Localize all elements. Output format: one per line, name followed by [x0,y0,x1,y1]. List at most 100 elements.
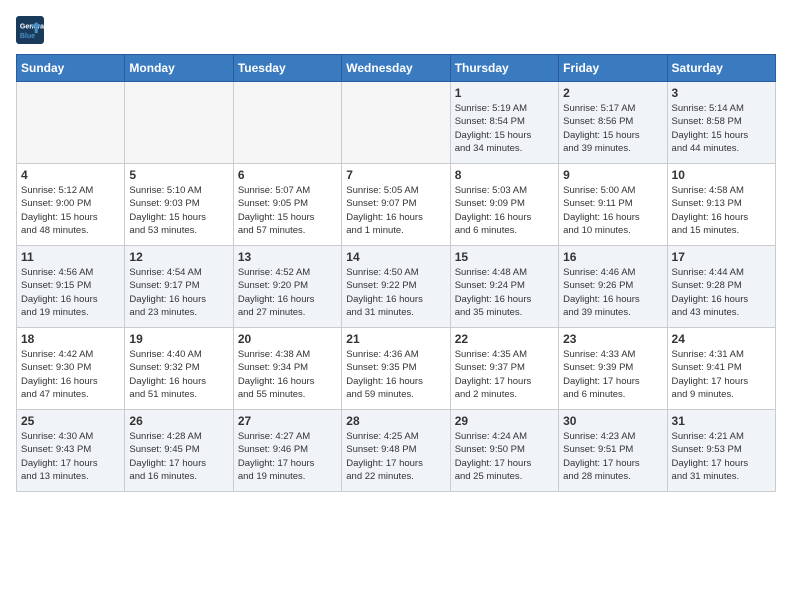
day-info: Sunrise: 4:46 AM Sunset: 9:26 PM Dayligh… [563,266,662,319]
day-info: Sunrise: 4:21 AM Sunset: 9:53 PM Dayligh… [672,430,771,483]
day-info: Sunrise: 4:36 AM Sunset: 9:35 PM Dayligh… [346,348,445,401]
day-info: Sunrise: 5:05 AM Sunset: 9:07 PM Dayligh… [346,184,445,237]
day-number: 17 [672,250,771,264]
day-header-wednesday: Wednesday [342,55,450,82]
day-number: 21 [346,332,445,346]
day-number: 26 [129,414,228,428]
day-number: 18 [21,332,120,346]
day-number: 2 [563,86,662,100]
day-number: 15 [455,250,554,264]
day-info: Sunrise: 4:58 AM Sunset: 9:13 PM Dayligh… [672,184,771,237]
day-number: 16 [563,250,662,264]
day-number: 6 [238,168,337,182]
day-info: Sunrise: 4:33 AM Sunset: 9:39 PM Dayligh… [563,348,662,401]
day-number: 14 [346,250,445,264]
day-header-saturday: Saturday [667,55,775,82]
calendar-cell: 4Sunrise: 5:12 AM Sunset: 9:00 PM Daylig… [17,164,125,246]
week-row-5: 25 Sunrise: 4:30 AM Sunset: 9:43 PM Dayli… [17,410,776,492]
day-number: 3 [672,86,771,100]
day-number: 8 [455,168,554,182]
day-number: 23 [563,332,662,346]
day-number: 27 [238,414,337,428]
calendar-cell [125,82,233,164]
day-info: Sunrise: 4:48 AM Sunset: 9:24 PM Dayligh… [455,266,554,319]
day-number: 5 [129,168,228,182]
day-header-monday: Monday [125,55,233,82]
calendar-cell: 23 Sunrise: 4:33 AM Sunset: 9:39 PM Dayli… [559,328,667,410]
calendar-table: SundayMondayTuesdayWednesdayThursdayFrid… [16,54,776,492]
calendar-cell: 1 Sunrise: 5:19 AM Sunset: 8:54 PM Daylig… [450,82,558,164]
calendar-cell: 5Sunrise: 5:10 AM Sunset: 9:03 PM Daylig… [125,164,233,246]
day-number: 28 [346,414,445,428]
day-number: 31 [672,414,771,428]
day-info: Sunrise: 4:54 AM Sunset: 9:17 PM Dayligh… [129,266,228,319]
calendar-cell: 31 Sunrise: 4:21 AM Sunset: 9:53 PM Dayli… [667,410,775,492]
calendar-cell: 28 Sunrise: 4:25 AM Sunset: 9:48 PM Dayli… [342,410,450,492]
calendar-cell: 6 Sunrise: 5:07 AM Sunset: 9:05 PM Daylig… [233,164,341,246]
calendar-cell: 19Sunrise: 4:40 AM Sunset: 9:32 PM Dayli… [125,328,233,410]
calendar-cell: 12 Sunrise: 4:54 AM Sunset: 9:17 PM Dayli… [125,246,233,328]
day-number: 4 [21,168,120,182]
day-info: Sunrise: 4:30 AM Sunset: 9:43 PM Dayligh… [21,430,120,483]
day-number: 12 [129,250,228,264]
day-number: 29 [455,414,554,428]
calendar-cell [342,82,450,164]
week-row-4: 18Sunrise: 4:42 AM Sunset: 9:30 PM Dayli… [17,328,776,410]
day-info: Sunrise: 4:35 AM Sunset: 9:37 PM Dayligh… [455,348,554,401]
calendar-cell: 25 Sunrise: 4:30 AM Sunset: 9:43 PM Dayli… [17,410,125,492]
day-info: Sunrise: 4:52 AM Sunset: 9:20 PM Dayligh… [238,266,337,319]
logo: General Blue [16,16,48,44]
day-number: 1 [455,86,554,100]
calendar-cell: 21 Sunrise: 4:36 AM Sunset: 9:35 PM Dayli… [342,328,450,410]
day-info: Sunrise: 4:23 AM Sunset: 9:51 PM Dayligh… [563,430,662,483]
day-number: 19 [129,332,228,346]
day-number: 20 [238,332,337,346]
week-row-1: 1 Sunrise: 5:19 AM Sunset: 8:54 PM Daylig… [17,82,776,164]
calendar-cell: 18Sunrise: 4:42 AM Sunset: 9:30 PM Dayli… [17,328,125,410]
day-info: Sunrise: 4:28 AM Sunset: 9:45 PM Dayligh… [129,430,228,483]
calendar-cell: 15 Sunrise: 4:48 AM Sunset: 9:24 PM Dayli… [450,246,558,328]
day-number: 13 [238,250,337,264]
day-info: Sunrise: 4:25 AM Sunset: 9:48 PM Dayligh… [346,430,445,483]
calendar-cell: 9 Sunrise: 5:00 AM Sunset: 9:11 PM Daylig… [559,164,667,246]
day-info: Sunrise: 5:03 AM Sunset: 9:09 PM Dayligh… [455,184,554,237]
calendar-cell: 7Sunrise: 5:05 AM Sunset: 9:07 PM Daylig… [342,164,450,246]
calendar-cell: 16 Sunrise: 4:46 AM Sunset: 9:26 PM Dayli… [559,246,667,328]
week-row-3: 11Sunrise: 4:56 AM Sunset: 9:15 PM Dayli… [17,246,776,328]
day-info: Sunrise: 5:17 AM Sunset: 8:56 PM Dayligh… [563,102,662,155]
day-info: Sunrise: 4:38 AM Sunset: 9:34 PM Dayligh… [238,348,337,401]
day-number: 24 [672,332,771,346]
day-number: 10 [672,168,771,182]
calendar-cell: 11Sunrise: 4:56 AM Sunset: 9:15 PM Dayli… [17,246,125,328]
calendar-cell: 13 Sunrise: 4:52 AM Sunset: 9:20 PM Dayli… [233,246,341,328]
calendar-cell: 2 Sunrise: 5:17 AM Sunset: 8:56 PM Daylig… [559,82,667,164]
calendar-cell: 30 Sunrise: 4:23 AM Sunset: 9:51 PM Dayli… [559,410,667,492]
day-info: Sunrise: 5:07 AM Sunset: 9:05 PM Dayligh… [238,184,337,237]
day-info: Sunrise: 5:14 AM Sunset: 8:58 PM Dayligh… [672,102,771,155]
calendar-cell: 24Sunrise: 4:31 AM Sunset: 9:41 PM Dayli… [667,328,775,410]
logo-icon: General Blue [16,16,44,44]
header-row: SundayMondayTuesdayWednesdayThursdayFrid… [17,55,776,82]
day-header-thursday: Thursday [450,55,558,82]
day-info: Sunrise: 4:50 AM Sunset: 9:22 PM Dayligh… [346,266,445,319]
calendar-cell [17,82,125,164]
day-info: Sunrise: 5:00 AM Sunset: 9:11 PM Dayligh… [563,184,662,237]
day-number: 25 [21,414,120,428]
day-info: Sunrise: 4:24 AM Sunset: 9:50 PM Dayligh… [455,430,554,483]
day-header-tuesday: Tuesday [233,55,341,82]
day-info: Sunrise: 4:44 AM Sunset: 9:28 PM Dayligh… [672,266,771,319]
calendar-cell: 8 Sunrise: 5:03 AM Sunset: 9:09 PM Daylig… [450,164,558,246]
calendar-cell: 22Sunrise: 4:35 AM Sunset: 9:37 PM Dayli… [450,328,558,410]
calendar-cell: 29 Sunrise: 4:24 AM Sunset: 9:50 PM Dayli… [450,410,558,492]
day-info: Sunrise: 5:19 AM Sunset: 8:54 PM Dayligh… [455,102,554,155]
calendar-cell: 27Sunrise: 4:27 AM Sunset: 9:46 PM Dayli… [233,410,341,492]
svg-text:Blue: Blue [20,33,35,40]
calendar-cell: 14 Sunrise: 4:50 AM Sunset: 9:22 PM Dayli… [342,246,450,328]
day-number: 9 [563,168,662,182]
calendar-cell [233,82,341,164]
svg-text:General: General [20,23,44,30]
day-header-friday: Friday [559,55,667,82]
day-header-sunday: Sunday [17,55,125,82]
calendar-cell: 20 Sunrise: 4:38 AM Sunset: 9:34 PM Dayli… [233,328,341,410]
day-number: 30 [563,414,662,428]
